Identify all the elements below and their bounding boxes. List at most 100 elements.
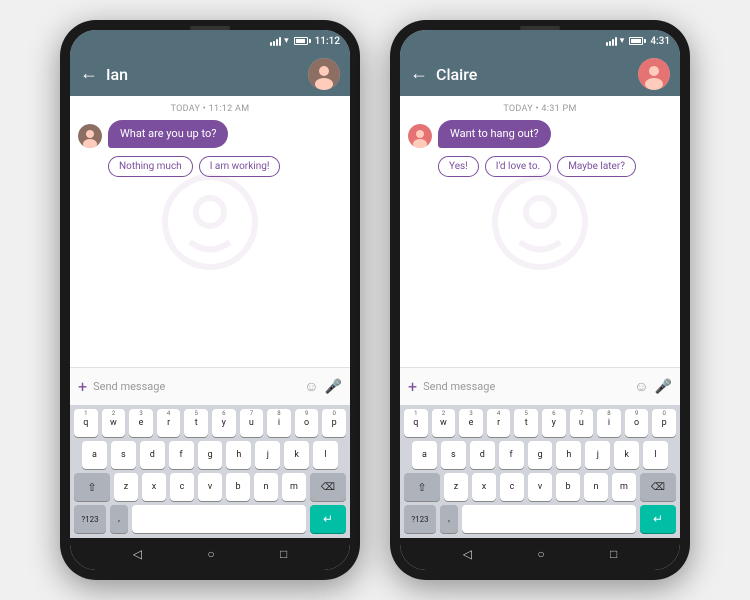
- key-w-1[interactable]: 2w: [102, 409, 126, 437]
- message-input-bar-1: + Send message ☺ 🎤: [70, 367, 350, 405]
- key-a-1[interactable]: a: [82, 441, 107, 469]
- key-q-2[interactable]: 1q: [404, 409, 428, 437]
- back-button-1[interactable]: ←: [80, 65, 98, 83]
- key-d-1[interactable]: d: [140, 441, 165, 469]
- key-n-1[interactable]: n: [254, 473, 278, 501]
- message-input-bar-2: + Send message ☺ 🎤: [400, 367, 680, 405]
- key-h-2[interactable]: h: [556, 441, 581, 469]
- incoming-bubble-1: What are you up to?: [108, 120, 228, 148]
- spacebar-2[interactable]: [462, 505, 636, 533]
- key-y-2[interactable]: 6y: [542, 409, 566, 437]
- avatar-1[interactable]: [308, 58, 340, 90]
- back-button-2[interactable]: ←: [410, 65, 428, 83]
- backspace-key-2[interactable]: ⌫: [640, 473, 676, 501]
- key-b-1[interactable]: b: [226, 473, 250, 501]
- key-y-1[interactable]: 6y: [212, 409, 236, 437]
- battery-icon-1: [294, 37, 308, 45]
- status-bar-1: ▾ 11:12: [70, 30, 350, 52]
- comma-key-2[interactable]: ,: [440, 505, 458, 533]
- key-t-1[interactable]: 5t: [184, 409, 208, 437]
- key-m-1[interactable]: m: [282, 473, 306, 501]
- key-u-1[interactable]: 7u: [240, 409, 264, 437]
- mic-button-2[interactable]: 🎤: [655, 379, 672, 395]
- date-divider-1: TODAY • 11:12 AM: [70, 96, 350, 118]
- key-v-2[interactable]: v: [528, 473, 552, 501]
- key-s-2[interactable]: s: [441, 441, 466, 469]
- backspace-key-1[interactable]: ⌫: [310, 473, 346, 501]
- add-button-1[interactable]: +: [78, 379, 87, 395]
- time-1: 11:12: [315, 36, 340, 47]
- status-bar-2: ▾ 4:31: [400, 30, 680, 52]
- shift-key-1[interactable]: ⇧: [74, 473, 110, 501]
- message-input-1[interactable]: Send message: [93, 380, 298, 393]
- key-r-2[interactable]: 4r: [487, 409, 511, 437]
- key-i-2[interactable]: 8i: [597, 409, 621, 437]
- key-g-1[interactable]: g: [198, 441, 223, 469]
- spacebar-1[interactable]: [132, 505, 306, 533]
- mic-button-1[interactable]: 🎤: [325, 379, 342, 395]
- key-a-2[interactable]: a: [412, 441, 437, 469]
- key-g-2[interactable]: g: [528, 441, 553, 469]
- message-input-2[interactable]: Send message: [423, 380, 628, 393]
- recents-nav-1[interactable]: □: [280, 547, 287, 561]
- back-nav-1[interactable]: ◁: [133, 547, 142, 561]
- enter-key-1[interactable]: ↵: [310, 505, 346, 533]
- key-k-1[interactable]: k: [284, 441, 309, 469]
- key-z-1[interactable]: z: [114, 473, 138, 501]
- numbers-key-2[interactable]: ?123: [404, 505, 436, 533]
- key-p-2[interactable]: 0p: [652, 409, 676, 437]
- key-e-2[interactable]: 3e: [459, 409, 483, 437]
- key-f-1[interactable]: f: [169, 441, 194, 469]
- comma-key-1[interactable]: ,: [110, 505, 128, 533]
- emoji-button-1[interactable]: ☺: [304, 378, 318, 395]
- key-t-2[interactable]: 5t: [514, 409, 538, 437]
- chat-area-1: TODAY • 11:12 AM What are you up to? Not…: [70, 96, 350, 367]
- key-i-1[interactable]: 8i: [267, 409, 291, 437]
- key-k-2[interactable]: k: [614, 441, 639, 469]
- numbers-key-1[interactable]: ?123: [74, 505, 106, 533]
- key-p-1[interactable]: 0p: [322, 409, 346, 437]
- keyboard-1: 1q 2w 3e 4r 5t 6y 7u 8i 9o 0p a s d f g …: [70, 405, 350, 538]
- home-nav-1[interactable]: ○: [207, 547, 214, 561]
- emoji-button-2[interactable]: ☺: [634, 378, 648, 395]
- key-n-2[interactable]: n: [584, 473, 608, 501]
- add-button-2[interactable]: +: [408, 379, 417, 395]
- key-x-2[interactable]: x: [472, 473, 496, 501]
- recents-nav-2[interactable]: □: [610, 547, 617, 561]
- key-q-1[interactable]: 1q: [74, 409, 98, 437]
- back-nav-2[interactable]: ◁: [463, 547, 472, 561]
- key-u-2[interactable]: 7u: [570, 409, 594, 437]
- key-z-2[interactable]: z: [444, 473, 468, 501]
- chip-2-1[interactable]: Yes!: [438, 156, 479, 177]
- key-s-1[interactable]: s: [111, 441, 136, 469]
- key-l-2[interactable]: l: [643, 441, 668, 469]
- key-o-1[interactable]: 9o: [295, 409, 319, 437]
- key-h-1[interactable]: h: [226, 441, 251, 469]
- app-bar-1: ← Ian: [70, 52, 350, 96]
- key-l-1[interactable]: l: [313, 441, 338, 469]
- wifi-icon-1: ▾: [284, 36, 289, 46]
- key-w-2[interactable]: 2w: [432, 409, 456, 437]
- status-icons-1: ▾ 11:12: [270, 36, 340, 47]
- key-o-2[interactable]: 9o: [625, 409, 649, 437]
- keyboard-bottom-1: ?123 , ↵: [74, 505, 346, 533]
- key-j-2[interactable]: j: [585, 441, 610, 469]
- status-icons-2: ▾ 4:31: [606, 36, 670, 47]
- key-c-2[interactable]: c: [500, 473, 524, 501]
- key-e-1[interactable]: 3e: [129, 409, 153, 437]
- home-nav-2[interactable]: ○: [537, 547, 544, 561]
- key-f-2[interactable]: f: [499, 441, 524, 469]
- key-b-2[interactable]: b: [556, 473, 580, 501]
- avatar-2[interactable]: [638, 58, 670, 90]
- key-j-1[interactable]: j: [255, 441, 280, 469]
- key-m-2[interactable]: m: [612, 473, 636, 501]
- shift-key-2[interactable]: ⇧: [404, 473, 440, 501]
- key-d-2[interactable]: d: [470, 441, 495, 469]
- message-row-1: What are you up to?: [70, 118, 350, 150]
- key-v-1[interactable]: v: [198, 473, 222, 501]
- key-r-1[interactable]: 4r: [157, 409, 181, 437]
- key-c-1[interactable]: c: [170, 473, 194, 501]
- keyboard-row3-2: ⇧ z x c v b n m ⌫: [404, 473, 676, 501]
- key-x-1[interactable]: x: [142, 473, 166, 501]
- enter-key-2[interactable]: ↵: [640, 505, 676, 533]
